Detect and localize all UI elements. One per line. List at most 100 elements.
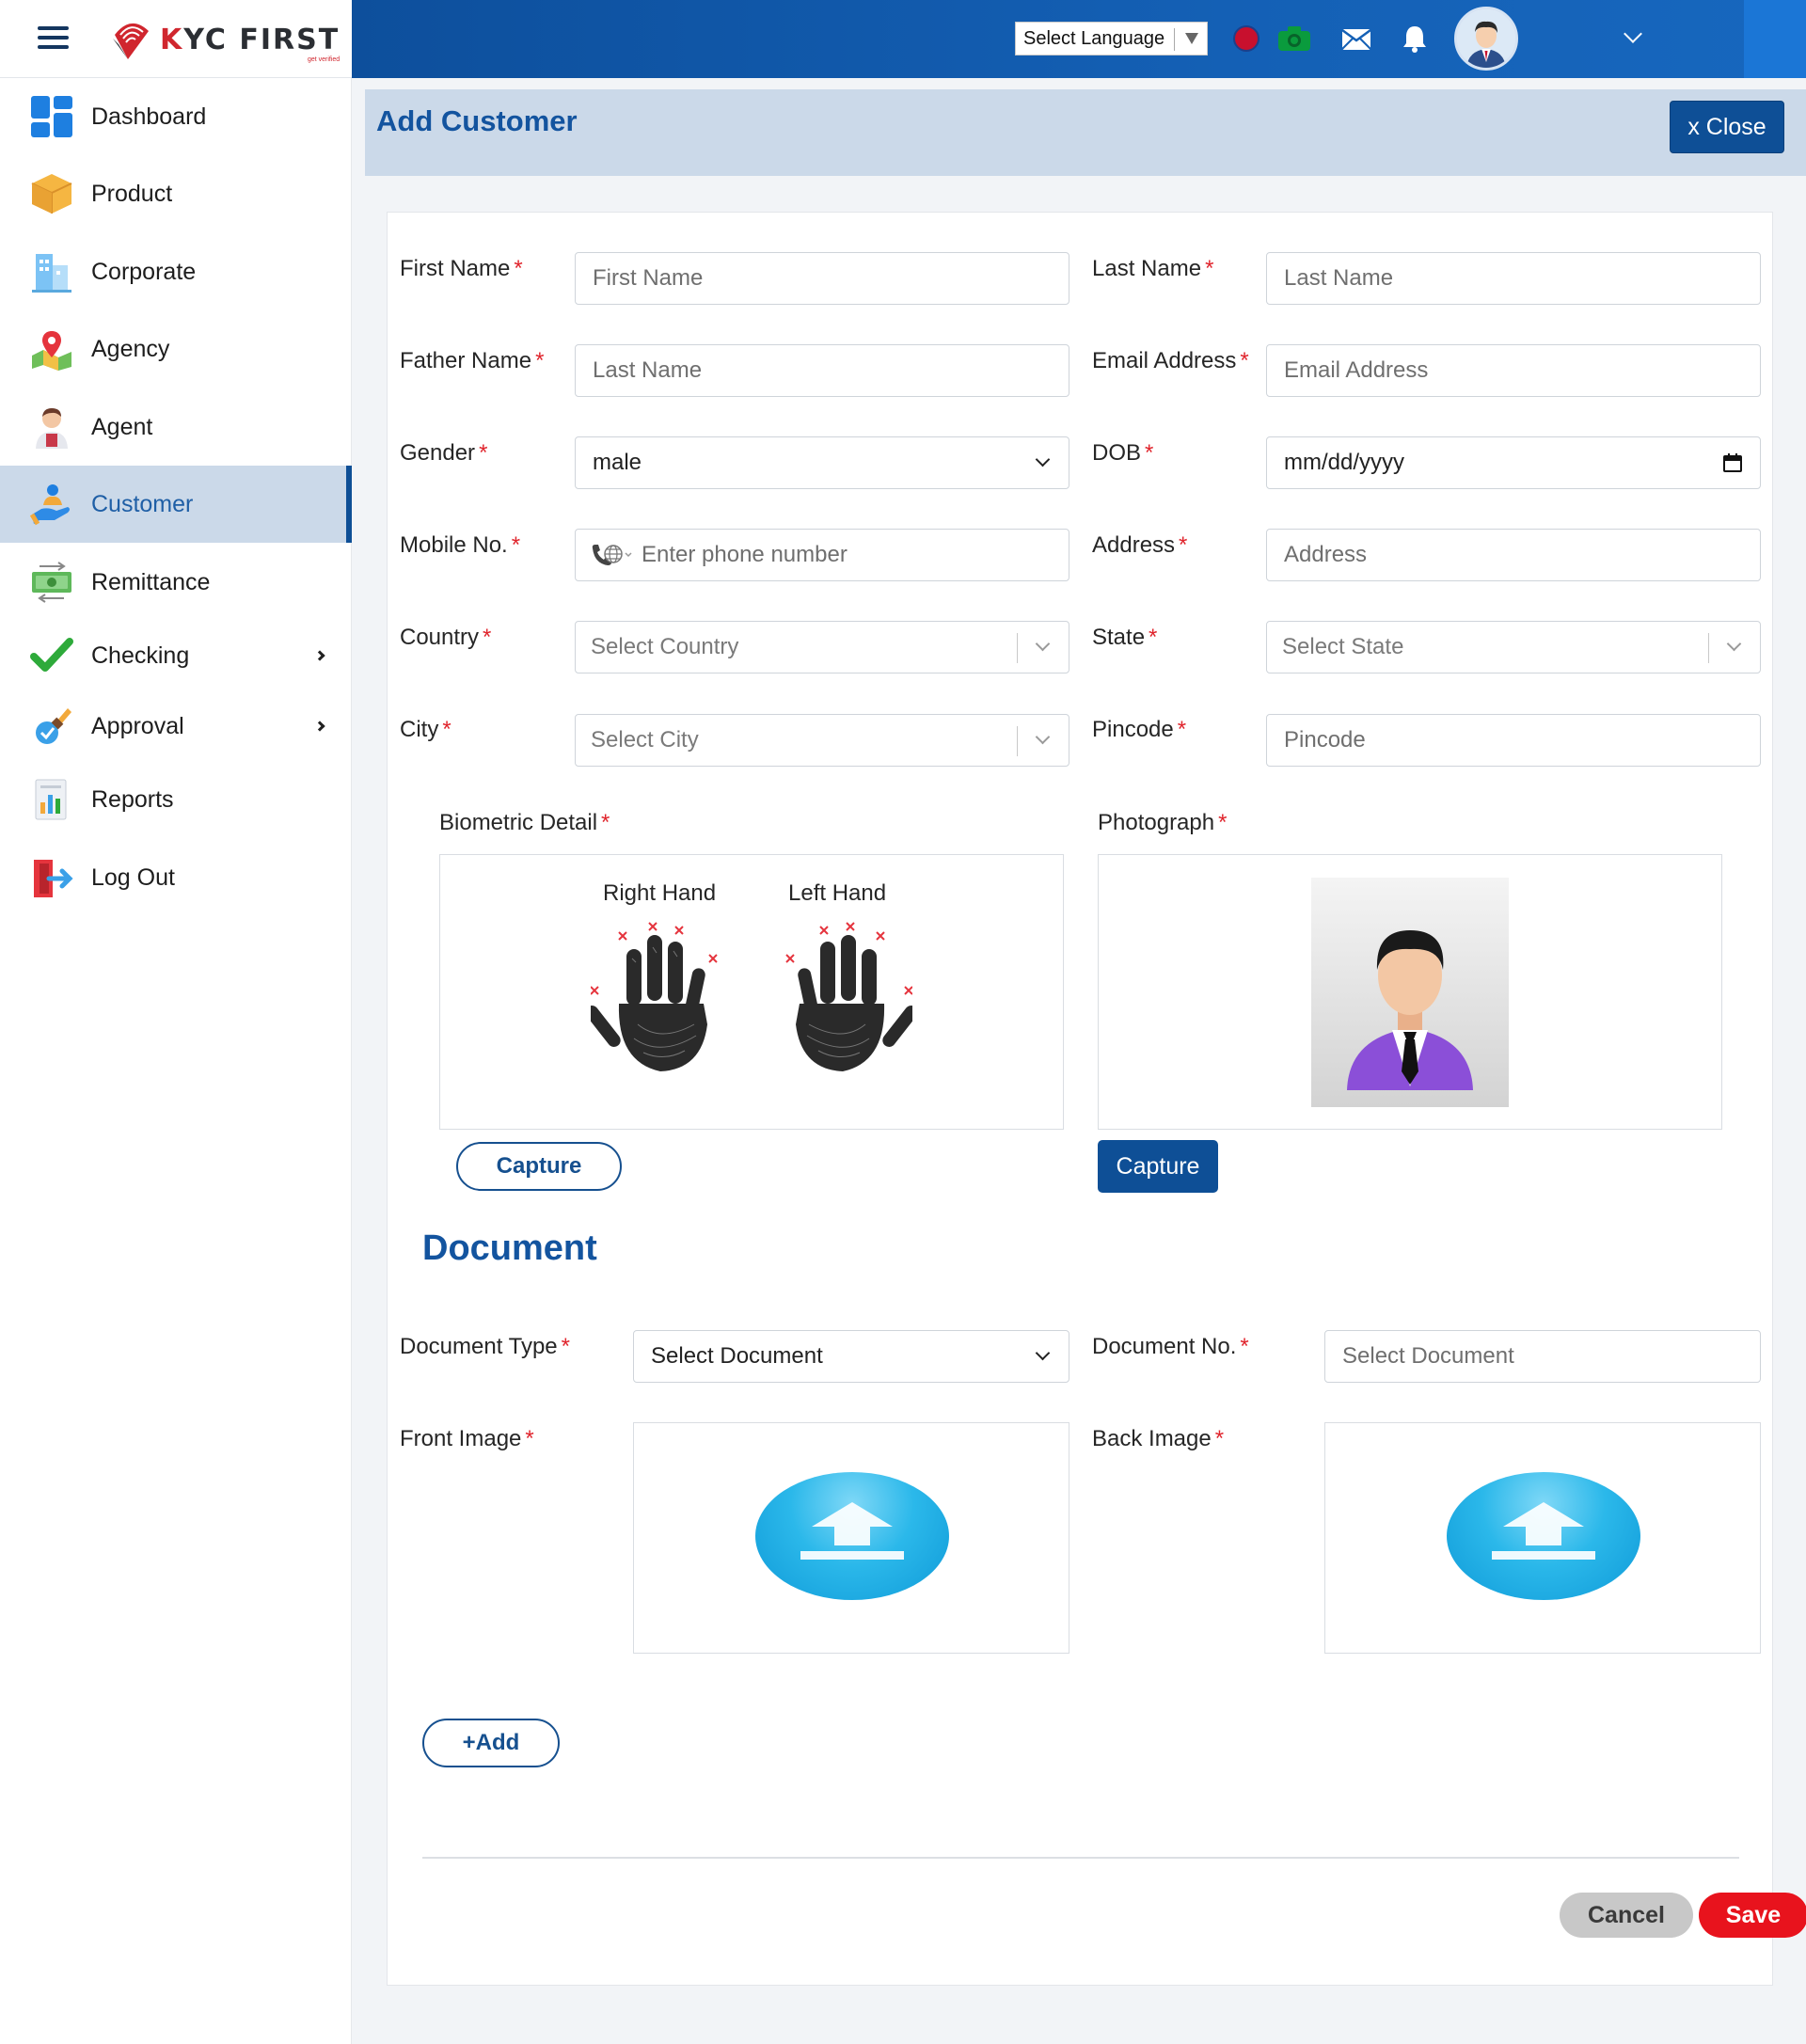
sidebar-item-agency[interactable]: Agency xyxy=(0,310,352,388)
document-type-label: Document Type * xyxy=(400,1334,570,1359)
last-name-label: Last Name * xyxy=(1092,256,1214,281)
chevron-down-icon xyxy=(1035,636,1051,652)
form-divider xyxy=(422,1857,1739,1859)
document-section-title: Document xyxy=(422,1228,597,1268)
sidebar-item-label: Checking xyxy=(91,642,190,669)
agency-map-icon xyxy=(30,327,73,371)
brand-bar: KYC FIRST get verified xyxy=(0,0,352,78)
photo-placeholder-avatar xyxy=(1311,878,1509,1107)
logout-door-icon xyxy=(30,856,73,899)
front-image-label: Front Image * xyxy=(400,1426,534,1451)
photograph-capture-button[interactable]: Capture xyxy=(1098,1140,1218,1193)
cancel-button[interactable]: Cancel xyxy=(1560,1893,1693,1938)
first-name-input[interactable]: First Name xyxy=(575,252,1069,305)
sidebar-item-remittance[interactable]: Remittance xyxy=(0,544,352,621)
close-button[interactable]: x Close xyxy=(1670,101,1784,153)
sidebar-item-dashboard[interactable]: Dashboard xyxy=(0,78,352,155)
sidebar-item-customer[interactable]: Customer xyxy=(0,466,352,543)
document-type-select[interactable]: Select Document xyxy=(633,1330,1069,1383)
biometric-box: Right Hand Left Hand xyxy=(439,854,1064,1130)
sidebar-item-corporate[interactable]: Corporate xyxy=(0,233,352,310)
topbar-right-tab xyxy=(1744,0,1806,78)
gender-select[interactable]: male xyxy=(575,436,1069,489)
sidebar-item-checking[interactable]: Checking xyxy=(0,617,352,694)
document-number-input[interactable]: Select Document xyxy=(1324,1330,1761,1383)
dob-date-input[interactable]: mm/dd/yyyy xyxy=(1266,436,1761,489)
right-hand-fingerprint-icon xyxy=(585,921,732,1085)
dropdown-arrow-icon xyxy=(1185,33,1198,44)
mobile-label: Mobile No. * xyxy=(400,532,521,558)
approval-stamp-icon xyxy=(30,705,73,748)
top-navbar: Select Language xyxy=(352,0,1806,78)
main-content: Add Customer x Close First Name * First N… xyxy=(352,78,1806,2044)
flag-icon[interactable] xyxy=(1232,24,1260,57)
brand-name: KYC FIRST xyxy=(160,23,341,56)
save-button[interactable]: Save xyxy=(1699,1893,1806,1938)
email-input[interactable]: Email Address xyxy=(1266,344,1761,397)
bell-icon[interactable] xyxy=(1402,24,1428,57)
dob-label: DOB * xyxy=(1092,440,1154,466)
customer-hand-icon xyxy=(29,483,73,526)
calendar-icon[interactable] xyxy=(1722,452,1743,473)
chevron-right-icon xyxy=(314,650,325,661)
mail-icon[interactable] xyxy=(1341,28,1371,55)
sidebar-item-log-out[interactable]: Log Out xyxy=(0,839,352,916)
add-document-button[interactable]: +Add xyxy=(422,1719,560,1767)
address-label: Address * xyxy=(1092,532,1188,558)
sidebar: Dashboard Product Corporate Agency Agent… xyxy=(0,78,352,2044)
city-select[interactable]: Select City xyxy=(575,714,1069,767)
language-select[interactable]: Select Language xyxy=(1015,22,1208,55)
camera-icon[interactable] xyxy=(1277,25,1311,56)
left-hand-label: Left Hand xyxy=(788,880,887,906)
sidebar-item-label: Agent xyxy=(91,413,153,440)
sidebar-item-label: Dashboard xyxy=(91,103,207,130)
sidebar-item-label: Corporate xyxy=(91,258,197,285)
user-menu-chevron-icon[interactable] xyxy=(1624,24,1642,43)
kyc-first-logo[interactable]: KYC FIRST get verified xyxy=(107,13,340,66)
sidebar-item-reports[interactable]: Reports xyxy=(0,761,352,838)
mobile-input[interactable]: Enter phone number xyxy=(575,529,1069,581)
right-hand-label: Right Hand xyxy=(603,880,717,906)
state-select[interactable]: Select State xyxy=(1266,621,1761,673)
country-select[interactable]: Select Country xyxy=(575,621,1069,673)
pincode-label: Pincode * xyxy=(1092,717,1187,742)
first-name-label: First Name * xyxy=(400,256,523,281)
last-name-input[interactable]: Last Name xyxy=(1266,252,1761,305)
sidebar-item-label: Remittance xyxy=(91,568,211,595)
biometric-capture-button[interactable]: Capture xyxy=(456,1142,622,1191)
chevron-down-icon xyxy=(1726,636,1742,652)
pincode-input[interactable]: Pincode xyxy=(1266,714,1761,767)
left-hand-fingerprint-icon xyxy=(771,921,918,1085)
chevron-right-icon xyxy=(314,721,325,732)
user-avatar[interactable] xyxy=(1454,7,1518,71)
address-input[interactable]: Address xyxy=(1266,529,1761,581)
corporate-building-icon xyxy=(30,250,73,293)
agent-person-icon xyxy=(30,405,73,449)
fingerprint-logo-icon xyxy=(107,16,154,63)
biometric-label: Biometric Detail * xyxy=(439,810,610,835)
add-customer-form: First Name * First Name Last Name * Last N… xyxy=(387,212,1806,1986)
sidebar-item-label: Approval xyxy=(91,712,184,739)
back-image-label: Back Image * xyxy=(1092,1426,1225,1451)
front-image-upload[interactable] xyxy=(633,1422,1069,1654)
sidebar-item-label: Product xyxy=(91,180,173,207)
back-image-upload[interactable] xyxy=(1324,1422,1761,1654)
chevron-down-icon xyxy=(1035,452,1051,467)
gender-label: Gender * xyxy=(400,440,488,466)
sidebar-item-agent[interactable]: Agent xyxy=(0,388,352,466)
globe-phone-icon[interactable] xyxy=(591,543,632,567)
hamburger-menu-icon[interactable] xyxy=(38,26,69,51)
state-label: State * xyxy=(1092,625,1158,650)
sidebar-item-label: Customer xyxy=(91,490,194,517)
page-header: Add Customer x Close xyxy=(365,89,1806,176)
email-label: Email Address * xyxy=(1092,348,1249,373)
sidebar-item-label: Log Out xyxy=(91,864,175,891)
upload-icon xyxy=(1447,1472,1640,1600)
sidebar-item-product[interactable]: Product xyxy=(0,155,352,232)
product-box-icon xyxy=(30,172,73,215)
father-name-input[interactable]: Last Name xyxy=(575,344,1069,397)
reports-chart-icon xyxy=(30,778,73,821)
chevron-down-icon xyxy=(1035,729,1051,745)
chevron-down-icon xyxy=(1035,1345,1051,1361)
sidebar-item-approval[interactable]: Approval xyxy=(0,688,352,765)
